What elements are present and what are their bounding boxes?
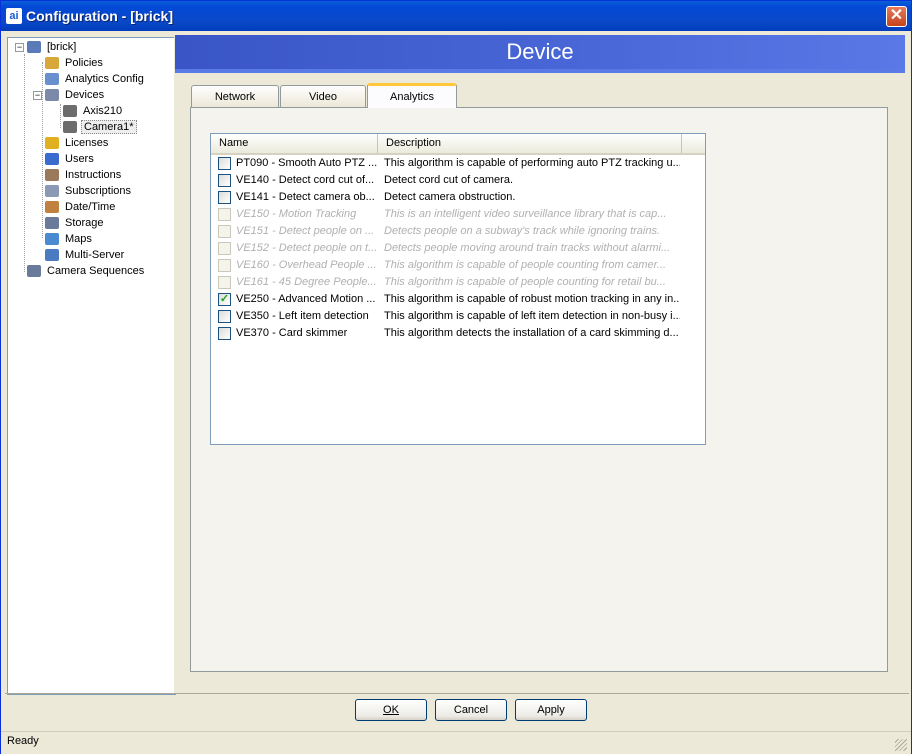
- table-row[interactable]: ✓ VE250 - Advanced Motion ... This algorit…: [211, 291, 705, 308]
- divider: [5, 693, 909, 694]
- cell-description: Detect camera obstruction.: [384, 191, 516, 203]
- table-row[interactable]: VE141 - Detect camera ob... Detect camera…: [211, 189, 705, 206]
- status-bar: Ready: [1, 731, 911, 754]
- tab-analytics[interactable]: Analytics: [367, 83, 457, 108]
- cell-name: VE160 - Overhead People ...: [236, 259, 377, 271]
- table-row[interactable]: VE151 - Detect people on ... Detects peop…: [211, 223, 705, 240]
- table-header: Name Description: [211, 134, 705, 155]
- cell-name: VE152 - Detect people on t...: [236, 242, 378, 254]
- row-checkbox[interactable]: [218, 327, 231, 340]
- clock-icon: [45, 201, 59, 214]
- analytics-table[interactable]: Name Description PT090 - Smooth Auto PTZ…: [210, 133, 706, 445]
- maps-icon: [45, 233, 59, 246]
- cell-description: This algorithm is capable of left item d…: [384, 310, 680, 322]
- tree-item-date-time[interactable]: Date/Time: [45, 199, 117, 215]
- tree-item-devices[interactable]: Devices: [45, 87, 106, 103]
- tree-item-camera-sequences[interactable]: Camera Sequences: [27, 263, 146, 279]
- cell-description: Detect cord cut of camera.: [384, 174, 513, 186]
- tree-item-licenses[interactable]: Licenses: [45, 135, 110, 151]
- tree-item-policies[interactable]: Policies: [45, 55, 105, 71]
- tree-item-subscriptions[interactable]: Subscriptions: [45, 183, 133, 199]
- apply-button[interactable]: Apply: [515, 699, 587, 721]
- cell-description: This algorithm is capable of people coun…: [384, 259, 667, 271]
- cell-name: VE370 - Card skimmer: [236, 327, 348, 339]
- policies-icon: [45, 57, 59, 70]
- row-checkbox: [218, 259, 231, 272]
- row-checkbox: [218, 276, 231, 289]
- tree-item-analytics-config[interactable]: Analytics Config: [45, 71, 146, 87]
- cell-name: VE250 - Advanced Motion ...: [236, 293, 376, 305]
- tree-item-root[interactable]: [brick]: [27, 39, 78, 55]
- row-checkbox: [218, 208, 231, 221]
- table-row[interactable]: PT090 - Smooth Auto PTZ ... This algorith…: [211, 155, 705, 172]
- licenses-icon: [45, 137, 59, 150]
- tree-item-storage[interactable]: Storage: [45, 215, 106, 231]
- tree-item-users[interactable]: Users: [45, 151, 96, 167]
- tree-collapse-root[interactable]: −: [15, 43, 24, 52]
- row-checkbox[interactable]: [218, 174, 231, 187]
- computer-icon: [27, 41, 41, 54]
- tree-item-maps[interactable]: Maps: [45, 231, 94, 247]
- users-icon: [45, 153, 59, 166]
- cell-name: VE140 - Detect cord cut of...: [236, 174, 375, 186]
- tree-item-instructions[interactable]: Instructions: [45, 167, 123, 183]
- page-title: Device: [175, 35, 905, 73]
- cell-description: This algorithm is capable of robust moti…: [384, 293, 680, 305]
- table-row[interactable]: VE150 - Motion Tracking This is an intell…: [211, 206, 705, 223]
- cell-name: VE161 - 45 Degree People...: [236, 276, 377, 288]
- cell-description: This algorithm is capable of people coun…: [384, 276, 666, 288]
- cell-description: Detects people on a subway's track while…: [384, 225, 661, 237]
- splitter[interactable]: [174, 31, 177, 693]
- column-header-name[interactable]: Name: [211, 134, 378, 153]
- camera-sequences-icon: [27, 265, 41, 278]
- storage-icon: [45, 217, 59, 230]
- cell-description: This algorithm detects the installation …: [384, 327, 679, 339]
- ok-button[interactable]: OK: [355, 699, 427, 721]
- camera-icon: [63, 105, 77, 118]
- table-row[interactable]: VE161 - 45 Degree People... This algorith…: [211, 274, 705, 291]
- table-row[interactable]: VE350 - Left item detection This algorith…: [211, 308, 705, 325]
- close-button[interactable]: ✕: [886, 6, 907, 27]
- devices-icon: [45, 89, 59, 102]
- camera-icon: [63, 121, 77, 134]
- window-content: − [brick] Policies Analytics Config Device…: [5, 31, 909, 731]
- resize-grip-icon[interactable]: [895, 739, 907, 751]
- cell-name: VE350 - Left item detection: [236, 310, 369, 322]
- analytics-config-icon: [45, 73, 59, 86]
- subscriptions-icon: [45, 185, 59, 198]
- title-bar[interactable]: ai Configuration - [brick] ✕: [1, 1, 911, 31]
- row-checkbox[interactable]: ✓: [218, 293, 231, 306]
- configuration-window: ai Configuration - [brick] ✕ − [brick] P…: [0, 0, 912, 754]
- cancel-button[interactable]: Cancel: [435, 699, 507, 721]
- row-checkbox: [218, 242, 231, 255]
- instructions-icon: [45, 169, 59, 182]
- table-row[interactable]: VE152 - Detect people on t... Detects peo…: [211, 240, 705, 257]
- row-checkbox: [218, 225, 231, 238]
- column-header-description[interactable]: Description: [378, 134, 682, 153]
- navigation-tree[interactable]: − [brick] Policies Analytics Config Device…: [7, 37, 176, 695]
- cell-description: This algorithm is capable of performing …: [384, 157, 680, 169]
- row-checkbox[interactable]: [218, 310, 231, 323]
- table-row[interactable]: VE160 - Overhead People ... This algorith…: [211, 257, 705, 274]
- cell-name: VE141 - Detect camera ob...: [236, 191, 375, 203]
- window-title: Configuration - [brick]: [26, 8, 173, 24]
- cell-description: Detects people moving around train track…: [384, 242, 671, 254]
- table-row[interactable]: VE370 - Card skimmer This algorithm detec…: [211, 325, 705, 342]
- tree-collapse-devices[interactable]: −: [33, 91, 42, 100]
- status-text: Ready: [7, 735, 39, 747]
- cell-name: VE151 - Detect people on ...: [236, 225, 375, 237]
- table-row[interactable]: VE140 - Detect cord cut of... Detect cord…: [211, 172, 705, 189]
- tree-item-camera1[interactable]: Camera1*: [63, 119, 137, 135]
- tab-video[interactable]: Video: [280, 85, 366, 107]
- cell-name: PT090 - Smooth Auto PTZ ...: [236, 157, 378, 169]
- multi-server-icon: [45, 249, 59, 262]
- row-checkbox[interactable]: [218, 157, 231, 170]
- tree-item-multi-server[interactable]: Multi-Server: [45, 247, 126, 263]
- cell-description: This is an intelligent video surveillanc…: [384, 208, 667, 220]
- row-checkbox[interactable]: [218, 191, 231, 204]
- cell-name: VE150 - Motion Tracking: [236, 208, 357, 220]
- tree-item-axis210[interactable]: Axis210: [63, 103, 124, 119]
- tab-network[interactable]: Network: [191, 85, 279, 107]
- app-icon: ai: [6, 8, 22, 24]
